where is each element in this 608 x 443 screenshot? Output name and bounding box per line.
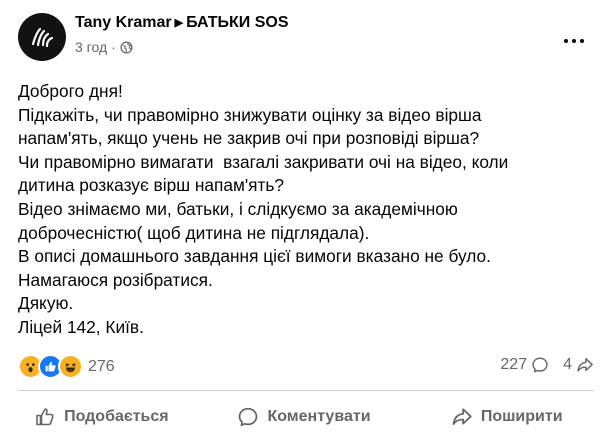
thumbs-up-icon <box>36 408 54 426</box>
post-actions: Подобається Коментувати Поширити <box>0 398 608 436</box>
post-meta: 3 год · <box>75 39 133 55</box>
comment-button[interactable]: Коментувати <box>203 398 406 436</box>
author-name[interactable]: Tany Kramar <box>75 14 172 31</box>
more-options-icon <box>562 30 586 48</box>
post-text-line: Дякую. <box>18 293 74 314</box>
group-name[interactable]: БАТЬКИ SOS <box>186 14 288 31</box>
post-text-line: Підкажіть, чи правомірно знижувати оцінк… <box>18 104 482 125</box>
share-count: 4 <box>563 356 572 373</box>
haha-reaction-icon <box>58 354 83 379</box>
shares-count-link[interactable]: 4 <box>563 356 594 374</box>
post-text-line: Намагаюся розібратися. <box>18 269 213 290</box>
post-text-line: Відео знімаємо ми, батьки, і слідкуємо з… <box>18 198 458 219</box>
share-label: Поширити <box>480 408 563 425</box>
share-icon <box>452 408 472 426</box>
post-header: Tany Kramar ▶ БАТЬКИ SOS 3 год · <box>18 13 608 63</box>
more-options-button[interactable] <box>556 21 592 57</box>
share-button[interactable]: Поширити <box>405 398 608 436</box>
post-text-line: доброчесністю( щоб дитина не підглядала)… <box>18 222 370 243</box>
like-button[interactable]: Подобається <box>0 398 203 436</box>
comment-count: 227 <box>500 356 528 373</box>
post-text-line: Ліцей 142, Київ. <box>18 316 144 337</box>
post-text-line: напам'ять, якщо учень не закрив очі при … <box>18 128 480 149</box>
like-label: Подобається <box>64 408 169 425</box>
post-time[interactable]: 3 год <box>75 39 107 55</box>
comments-count-link[interactable]: 227 <box>500 356 549 374</box>
logo-hands-icon <box>31 27 54 48</box>
reaction-count: 276 <box>88 357 115 375</box>
action-divider <box>18 390 594 391</box>
meta-separator: · <box>111 39 116 55</box>
share-arrow-icon <box>577 357 593 372</box>
comment-bubble-icon <box>532 357 548 373</box>
triangle-right-icon: ▶ <box>174 17 184 29</box>
comment-label: Коментувати <box>267 408 371 425</box>
post-text-line: дитина розказує вірш напам'ять? <box>18 175 285 196</box>
engagement-stats: 227 4 <box>500 356 594 374</box>
reactions-summary[interactable]: 276 <box>18 354 115 379</box>
comment-icon <box>239 407 258 427</box>
post-text-line: Чи правомірно вимагати взагалі закривати… <box>18 151 509 172</box>
post-text-line: В описі домашнього завдання цієї вимоги … <box>18 246 491 267</box>
author-line: Tany Kramar ▶ БАТЬКИ SOS <box>75 14 289 32</box>
post-body: Доброго дня! Підкажіть, чи правомірно зн… <box>18 80 598 340</box>
post-text-line: Доброго дня! <box>18 81 123 101</box>
author-avatar[interactable] <box>18 13 66 61</box>
globe-icon <box>120 40 133 54</box>
